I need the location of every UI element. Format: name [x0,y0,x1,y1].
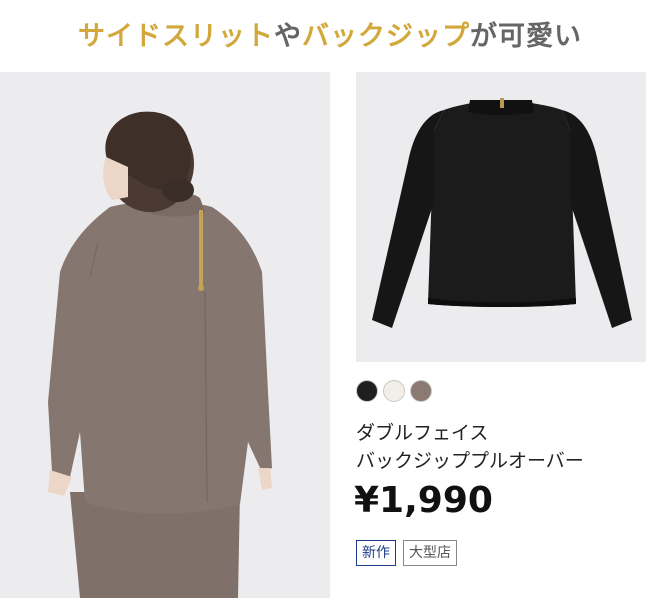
large-store-tag: 大型店 [403,540,457,566]
product-name[interactable]: ダブルフェイス バックジッププルオーバー [356,419,656,475]
swatch-black[interactable] [356,380,378,402]
new-tag: 新作 [356,540,396,566]
swatch-off-white[interactable] [383,380,405,402]
product-photo[interactable] [356,72,646,362]
swatch-brown[interactable] [410,380,432,402]
product-name-line1: ダブルフェイス [356,422,489,444]
product-name-line2: バックジッププルオーバー [356,450,584,472]
price: ¥1,990 [354,480,493,521]
headline-part4: が可愛い [470,21,582,52]
headline-part1: サイドスリット [78,21,274,52]
headline: サイドスリットやバックジップが可愛い [0,14,660,53]
headline-part3: バックジップ [302,21,470,52]
color-swatches [356,380,432,402]
model-photo[interactable] [0,72,330,598]
headline-part2: や [274,21,302,52]
tags: 新作 大型店 [356,540,457,566]
